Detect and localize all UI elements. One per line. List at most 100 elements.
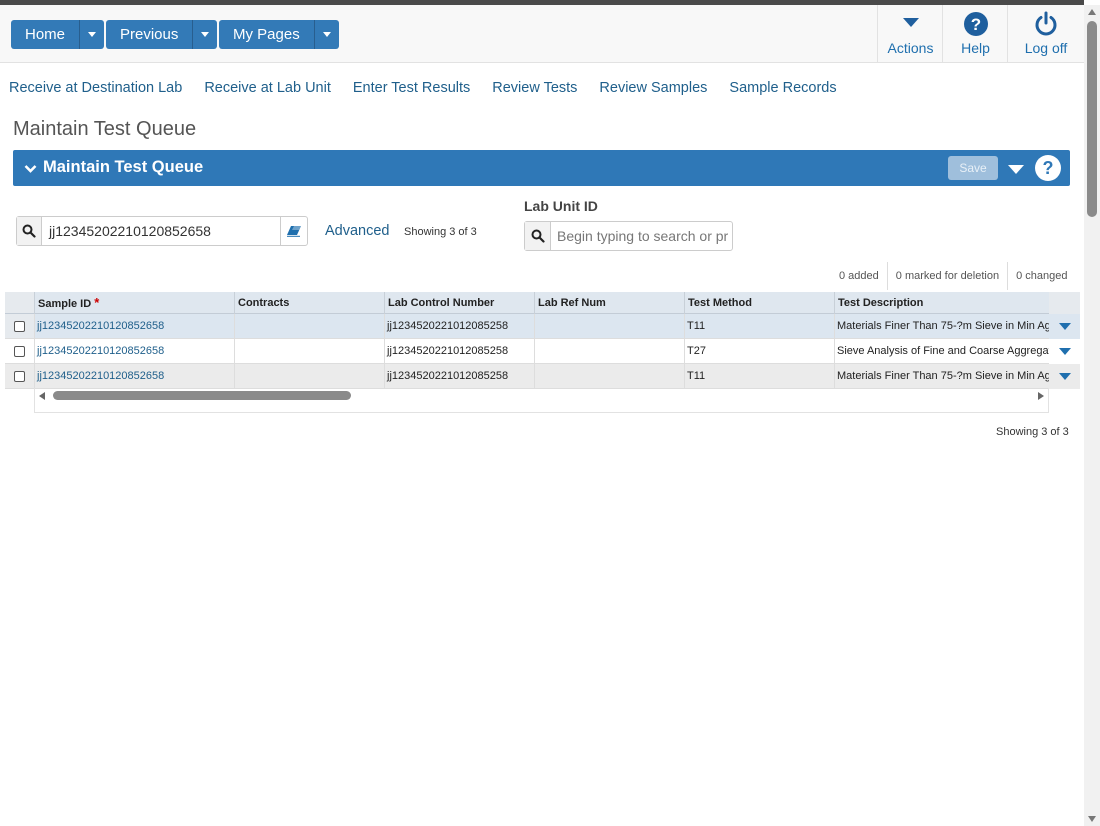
row-actions-dropdown[interactable] (1049, 364, 1080, 389)
panel-help-icon[interactable]: ? (1035, 155, 1061, 181)
column-header-lab-ref-num[interactable]: Lab Ref Num (534, 292, 684, 314)
scroll-right-arrow-icon[interactable] (1038, 392, 1044, 400)
scroll-left-arrow-icon[interactable] (39, 392, 45, 400)
row-checkbox-cell (5, 364, 34, 388)
previous-dropdown-button[interactable] (193, 20, 218, 49)
sample-id-header-label: Sample ID (38, 298, 92, 310)
test-description-cell[interactable]: Sieve Analysis of Fine and Coarse Aggreg… (834, 339, 1049, 364)
power-icon (1008, 11, 1084, 37)
help-label: Help (961, 40, 990, 56)
column-header-test-method[interactable]: Test Method (684, 292, 834, 314)
panel-header: Maintain Test Queue Save ? (13, 150, 1070, 186)
link-review-tests[interactable]: Review Tests (492, 80, 577, 96)
chevron-down-icon[interactable] (24, 161, 37, 179)
column-header-sample-id[interactable]: Sample ID * (34, 292, 234, 314)
horizontal-scrollbar-thumb[interactable] (53, 391, 351, 400)
sample-id-link[interactable]: jj12345202210120852658 (34, 314, 234, 339)
my-pages-split-button: My Pages (219, 20, 339, 49)
test-description-cell[interactable]: Materials Finer Than 75-?m Sieve in Min … (834, 364, 1049, 389)
logoff-button[interactable]: Log off (1007, 5, 1084, 63)
caret-down-icon (1058, 348, 1071, 355)
home-dropdown-button[interactable] (80, 20, 105, 49)
row-actions-dropdown[interactable] (1049, 339, 1080, 364)
required-asterisk: * (94, 295, 100, 310)
save-button[interactable]: Save (948, 156, 998, 180)
home-split-button: Home (11, 20, 105, 49)
changed-count: 0 changed (1007, 262, 1075, 290)
showing-count: Showing 3 of 3 (404, 226, 477, 238)
caret-down-icon (1058, 323, 1071, 330)
row-checkbox[interactable] (14, 320, 25, 332)
panel-title[interactable]: Maintain Test Queue (43, 158, 203, 177)
column-header-lab-control-number[interactable]: Lab Control Number (384, 292, 534, 314)
lab-control-number-cell[interactable]: jj1234520221012085258 (384, 339, 534, 364)
sample-id-link[interactable]: jj12345202210120852658 (34, 364, 234, 389)
test-method-cell[interactable]: T27 (684, 339, 834, 364)
test-description-cell[interactable]: Materials Finer Than 75-?m Sieve in Min … (834, 314, 1049, 339)
sample-id-link[interactable]: jj12345202210120852658 (34, 339, 234, 364)
search-input[interactable]: jj12345202210120852658 (42, 217, 280, 245)
page-title: Maintain Test Queue (13, 118, 197, 140)
row-checkbox[interactable] (14, 345, 25, 357)
select-all-checkbox-cell (5, 292, 34, 313)
search-icon (17, 217, 42, 245)
horizontal-scrollbar[interactable] (34, 388, 1049, 413)
previous-button[interactable]: Previous (106, 20, 194, 49)
lab-unit-id-label: Lab Unit ID (524, 198, 598, 214)
link-receive-at-destination-lab[interactable]: Receive at Destination Lab (9, 80, 182, 96)
contracts-cell[interactable] (234, 364, 384, 389)
help-button[interactable]: ? Help (942, 5, 1008, 63)
lab-control-number-cell[interactable]: jj1234520221012085258 (384, 364, 534, 389)
column-header-test-description[interactable]: Test Description (834, 292, 1049, 314)
previous-split-button: Previous (106, 20, 218, 49)
deleted-count: 0 marked for deletion (886, 262, 1007, 290)
row-checkbox[interactable] (14, 370, 25, 382)
link-review-samples[interactable]: Review Samples (599, 80, 707, 96)
actions-button[interactable]: Actions (877, 5, 943, 63)
contracts-cell[interactable] (234, 314, 384, 339)
panel-menu-caret-icon[interactable] (1008, 165, 1024, 174)
scroll-down-arrow-icon[interactable] (1088, 816, 1096, 822)
my-pages-dropdown-button[interactable] (314, 20, 339, 49)
column-header-contracts[interactable]: Contracts (234, 292, 384, 314)
header-spacer (1049, 292, 1080, 314)
vertical-scrollbar[interactable] (1084, 5, 1100, 826)
lab-control-number-cell[interactable]: jj1234520221012085258 (384, 314, 534, 339)
chevron-down-icon (201, 32, 210, 37)
change-counts: 0 added 0 marked for deletion 0 changed (831, 262, 1076, 290)
row-actions-dropdown[interactable] (1049, 314, 1080, 339)
added-count: 0 added (839, 270, 879, 282)
advanced-search-link[interactable]: Advanced (325, 223, 390, 239)
link-sample-records[interactable]: Sample Records (729, 80, 836, 96)
chevron-down-icon (88, 32, 97, 37)
search-icon (525, 222, 551, 250)
table-row[interactable]: jj12345202210120852658 jj123452022101208… (5, 364, 1080, 389)
actions-label: Actions (887, 40, 934, 56)
link-receive-at-lab-unit[interactable]: Receive at Lab Unit (204, 80, 331, 96)
scroll-up-arrow-icon[interactable] (1088, 9, 1096, 15)
link-enter-test-results[interactable]: Enter Test Results (353, 80, 470, 96)
table-row[interactable]: jj12345202210120852658 jj123452022101208… (5, 314, 1080, 339)
sample-search-field[interactable]: jj12345202210120852658 (16, 216, 308, 246)
table-row[interactable]: jj12345202210120852658 jj123452022101208… (5, 339, 1080, 364)
eraser-icon[interactable] (280, 217, 307, 245)
grid-header-row: Sample ID * Contracts Lab Control Number… (5, 292, 1080, 314)
test-method-cell[interactable]: T11 (684, 364, 834, 389)
scrollbar-thumb[interactable] (1087, 21, 1097, 217)
logoff-label: Log off (1024, 40, 1068, 56)
svg-text:?: ? (970, 15, 980, 34)
caret-down-icon (902, 18, 919, 27)
contracts-cell[interactable] (234, 339, 384, 364)
home-button[interactable]: Home (11, 20, 81, 49)
lab-ref-num-cell[interactable] (534, 314, 684, 339)
quick-links-bar: Receive at Destination Lab Receive at La… (9, 80, 837, 96)
test-method-cell[interactable]: T11 (684, 314, 834, 339)
lab-unit-search-field[interactable] (524, 221, 733, 251)
lab-ref-num-cell[interactable] (534, 339, 684, 364)
caret-down-icon (1058, 373, 1071, 380)
lab-ref-num-cell[interactable] (534, 364, 684, 389)
lab-unit-id-input[interactable] (551, 222, 732, 250)
row-checkbox-cell (5, 339, 34, 363)
chevron-down-icon (322, 32, 331, 37)
my-pages-button[interactable]: My Pages (219, 20, 315, 49)
